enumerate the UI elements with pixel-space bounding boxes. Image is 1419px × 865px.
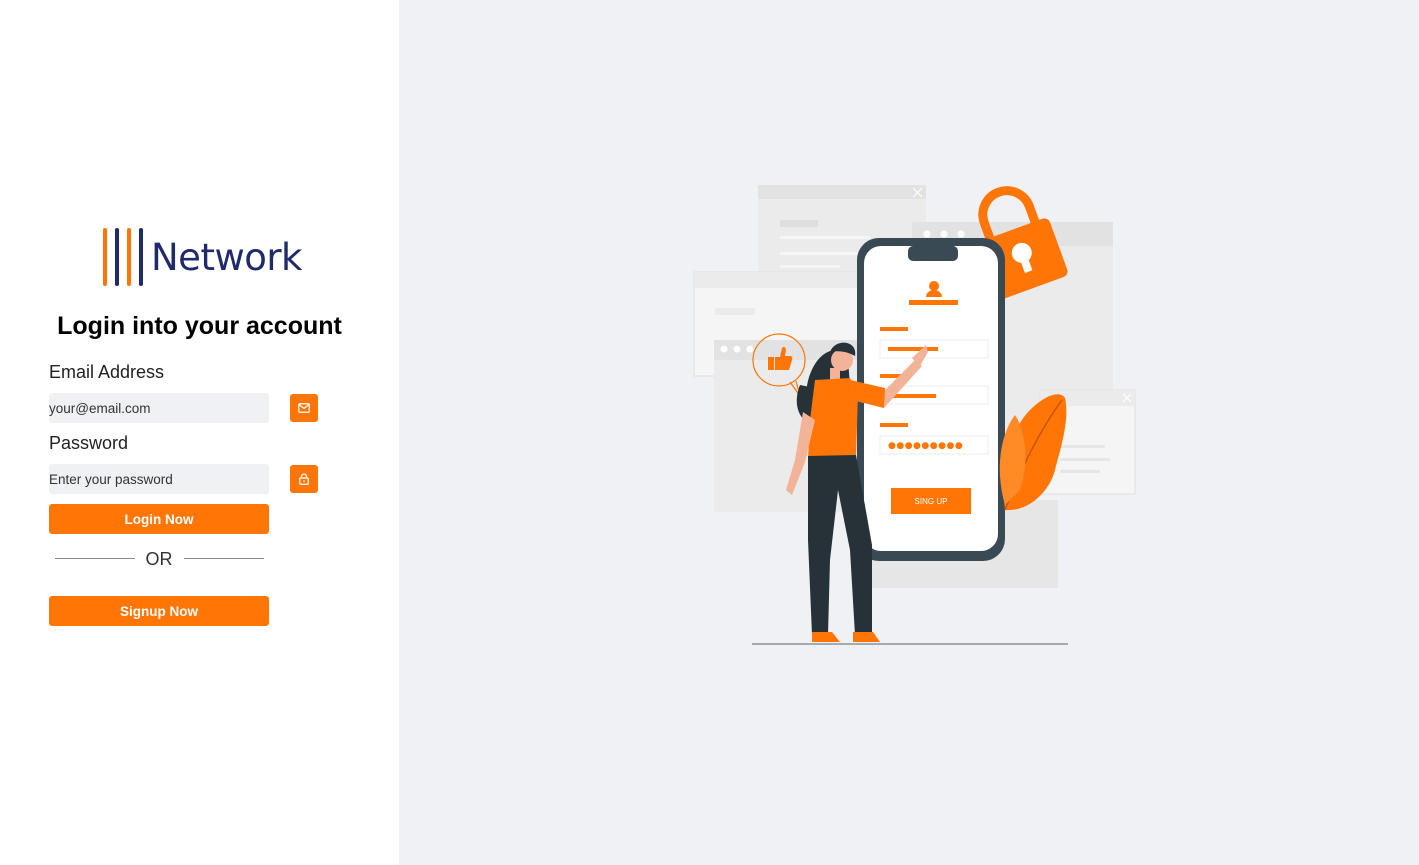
lock-icon — [299, 473, 309, 485]
password-field[interactable] — [49, 464, 269, 494]
email-field[interactable] — [49, 393, 269, 423]
signup-illustration: ●●●●●●●●● SING UP — [693, 185, 1136, 645]
password-mask: ●●●●●●●●● — [888, 441, 963, 451]
phone-signup-label: SING UP — [915, 497, 948, 506]
logo-bars-icon — [103, 226, 149, 288]
login-button[interactable]: Login Now — [49, 504, 269, 534]
email-label: Email Address — [49, 362, 165, 382]
mail-icon — [298, 403, 310, 413]
lock-icon-button[interactable] — [290, 465, 318, 493]
logo-text: Network — [151, 236, 303, 279]
signup-button[interactable]: Signup Now — [49, 596, 269, 626]
divider-left — [55, 558, 135, 559]
password-label: Password — [49, 433, 129, 453]
or-separator: OR — [145, 549, 173, 569]
network-logo: Network — [103, 226, 303, 288]
mail-icon-button[interactable] — [290, 394, 318, 422]
page-title: Login into your account — [57, 312, 342, 340]
login-panel: Network Login into your account Email Ad… — [0, 0, 399, 865]
divider-right — [184, 558, 264, 559]
